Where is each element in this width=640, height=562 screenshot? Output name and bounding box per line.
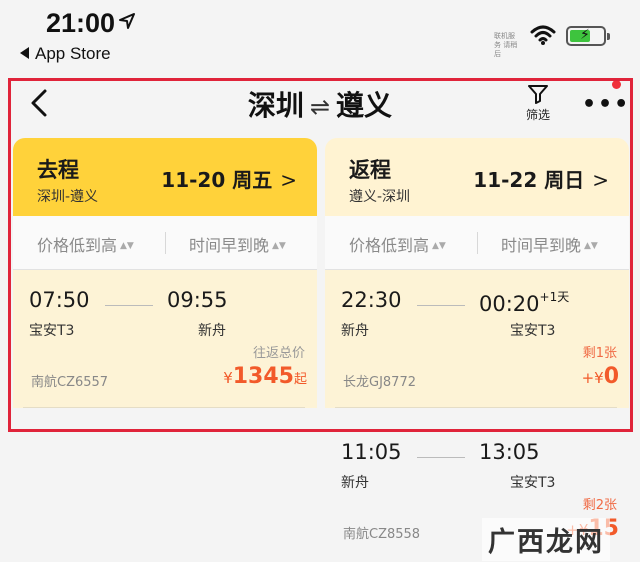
- departure-time: 11:05: [341, 440, 402, 464]
- watermark: 广西龙网: [482, 518, 610, 561]
- status-time: 21:00: [46, 8, 116, 38]
- back-triangle-icon: [20, 47, 29, 59]
- location-arrow-icon: [119, 13, 135, 29]
- arrival-airport: 宝安T3: [510, 475, 556, 491]
- battery-icon: ⚡: [566, 26, 610, 46]
- departure-airport: 新舟: [341, 475, 369, 491]
- status-note: 联机服务 请稍后: [494, 32, 518, 58]
- wifi-icon: [530, 25, 556, 45]
- route-line: [417, 457, 465, 458]
- back-to-app-store[interactable]: App Store: [20, 44, 111, 64]
- seats-left-note: 剩2张: [582, 498, 617, 513]
- arrival-time: 13:05: [479, 440, 540, 464]
- back-app-label: App Store: [35, 44, 111, 63]
- highlight-box: [8, 78, 633, 432]
- flight-number: 南航CZ8558: [343, 527, 421, 542]
